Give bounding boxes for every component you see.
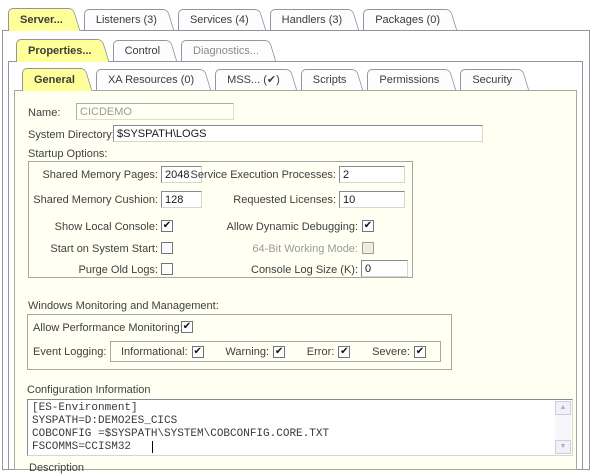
name-field[interactable] [76,103,234,120]
tab-label: MSS... (✔) [227,74,280,86]
tab-label: Permissions [379,74,439,86]
startup-options-title: Startup Options: [28,148,108,160]
tab-label: Packages (0) [375,14,440,26]
requested-licenses-label: Requested Licenses: [186,194,336,206]
properties-tab-bar: Properties... Control Diagnostics... [16,38,280,61]
service-execution-processes-label: Service Execution Processes: [186,169,336,181]
tab-scripts[interactable]: Scripts [301,69,353,90]
configuration-text: [ES-Environment] SYSPATH=D:DEMO2ES_CICS … [32,402,329,454]
warning-label: Warning: [225,346,269,358]
event-logging-label: Event Logging: [33,346,106,358]
event-logging-option: Error: ✔ [307,346,351,358]
error-checkbox[interactable]: ✔ [338,346,350,358]
shared-memory-cushion-label: Shared Memory Cushion: [30,194,158,206]
tab-label: Handlers (3) [282,14,343,26]
error-label: Error: [307,346,335,358]
requested-licenses-field[interactable] [339,191,405,208]
purge-old-logs-label: Purge Old Logs: [30,264,158,276]
vertical-scrollbar[interactable]: ▲ ▼ [555,401,571,454]
tab-services[interactable]: Services (4) [178,9,255,30]
show-local-console-checkbox[interactable]: ✔ [161,220,173,232]
general-tab-bar: General XA Resources (0) MSS... (✔) Scri… [22,67,533,90]
tab-packages[interactable]: Packages (0) [363,9,446,30]
severe-label: Severe: [372,346,410,358]
64bit-working-mode-checkbox [362,242,374,254]
event-logging-option: Warning: ✔ [225,346,285,358]
scroll-down-icon[interactable]: ▼ [555,440,571,454]
tab-label: Server... [20,14,63,26]
tab-label: XA Resources (0) [108,74,194,86]
tab-label: Services (4) [190,14,249,26]
tab-server[interactable]: Server... [8,8,69,31]
tab-listeners[interactable]: Listeners (3) [84,9,163,30]
tab-label: General [34,74,75,86]
event-logging-box: Informational: ✔ Warning: ✔ Error: ✔ Sev… [110,341,441,362]
start-on-system-start-checkbox[interactable] [161,242,173,254]
tab-permissions[interactable]: Permissions [367,69,445,90]
allow-performance-monitoring-checkbox[interactable]: ✔ [181,321,193,333]
text-caret [152,441,153,453]
start-on-system-start-label: Start on System Start: [30,243,158,255]
tab-label: Diagnostics... [193,45,259,57]
console-log-size-field[interactable] [361,260,408,277]
tab-label: Scripts [313,74,347,86]
tab-label: Properties... [28,45,92,57]
tab-diagnostics[interactable]: Diagnostics... [181,40,265,61]
warning-checkbox[interactable]: ✔ [273,346,285,358]
tab-label: Security [472,74,512,86]
tab-label: Listeners (3) [96,14,157,26]
show-local-console-label: Show Local Console: [30,221,158,233]
tab-properties[interactable]: Properties... [16,39,98,62]
tab-mss[interactable]: MSS... (✔) [215,69,286,90]
console-log-size-label: Console Log Size (K): [186,264,358,276]
system-directory-field[interactable] [113,125,483,142]
server-properties-window: { "glyphs": { "check": "✔", "scroll_up_i… [0,0,600,470]
scroll-up-icon[interactable]: ▲ [555,401,571,415]
tab-label: Control [125,45,160,57]
informational-checkbox[interactable]: ✔ [192,346,204,358]
name-label: Name: [28,107,60,119]
severe-checkbox[interactable]: ✔ [414,346,426,358]
configuration-textarea[interactable]: [ES-Environment] SYSPATH=D:DEMO2ES_CICS … [27,399,573,456]
tab-security[interactable]: Security [460,69,518,90]
allow-dynamic-debugging-checkbox[interactable]: ✔ [362,220,374,232]
configuration-title: Configuration Information [27,384,151,396]
top-tab-bar: Server... Listeners (3) Services (4) Han… [8,7,461,30]
tab-general[interactable]: General [22,68,81,91]
event-logging-option: Informational: ✔ [121,346,204,358]
64bit-working-mode-label: 64-Bit Working Mode: [186,243,358,255]
tab-handlers[interactable]: Handlers (3) [270,9,349,30]
description-label: Description [29,462,84,474]
purge-old-logs-checkbox[interactable] [161,263,173,275]
tab-control[interactable]: Control [113,40,166,61]
tab-xa-resources[interactable]: XA Resources (0) [96,69,200,90]
allow-dynamic-debugging-label: Allow Dynamic Debugging: [186,221,358,233]
allow-performance-monitoring-label: Allow Performance Monitoring: [33,322,183,334]
service-execution-processes-field[interactable] [339,166,405,183]
shared-memory-pages-label: Shared Memory Pages: [30,169,158,181]
informational-label: Informational: [121,346,188,358]
monitoring-title: Windows Monitoring and Management: [28,300,219,312]
event-logging-option: Severe: ✔ [372,346,426,358]
system-directory-label: System Directory: [28,129,115,141]
